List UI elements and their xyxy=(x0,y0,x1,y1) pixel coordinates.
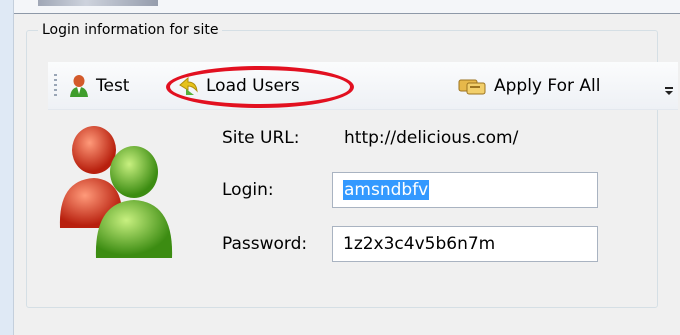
user-icon xyxy=(70,75,88,97)
toolbar-overflow-button[interactable] xyxy=(660,80,678,102)
password-input[interactable]: 1z2x3c4v5b6n7m xyxy=(332,226,598,262)
group-title: Login information for site xyxy=(38,22,223,38)
apply-for-all-button[interactable]: Apply For All xyxy=(458,62,600,110)
site-url-value: http://delicious.com/ xyxy=(344,128,519,148)
site-url-label: Site URL: xyxy=(222,128,300,148)
users-icon xyxy=(59,126,173,258)
load-users-icon xyxy=(179,76,198,95)
left-border xyxy=(0,0,14,335)
top-strip xyxy=(14,0,680,14)
load-users-label: Load Users xyxy=(206,76,300,96)
load-users-button[interactable]: Load Users xyxy=(178,62,300,110)
apply-all-icon xyxy=(458,79,486,95)
login-input[interactable]: amsndbfv xyxy=(332,172,598,208)
login-selected-text: amsndbfv xyxy=(343,180,430,200)
chevron-down-icon xyxy=(665,91,673,95)
toolbar: Test Load Users Apply For All xyxy=(48,62,678,110)
login-label: Login: xyxy=(222,180,274,200)
apply-for-all-label: Apply For All xyxy=(494,76,601,96)
app-window: Login information for site Test Load Use… xyxy=(0,0,680,335)
test-button-label: Test xyxy=(96,76,130,96)
password-label: Password: xyxy=(222,234,308,254)
toolbar-grip[interactable] xyxy=(54,74,57,98)
password-text: 1z2x3c4v5b6n7m xyxy=(343,234,496,254)
test-button[interactable]: Test xyxy=(68,62,129,110)
